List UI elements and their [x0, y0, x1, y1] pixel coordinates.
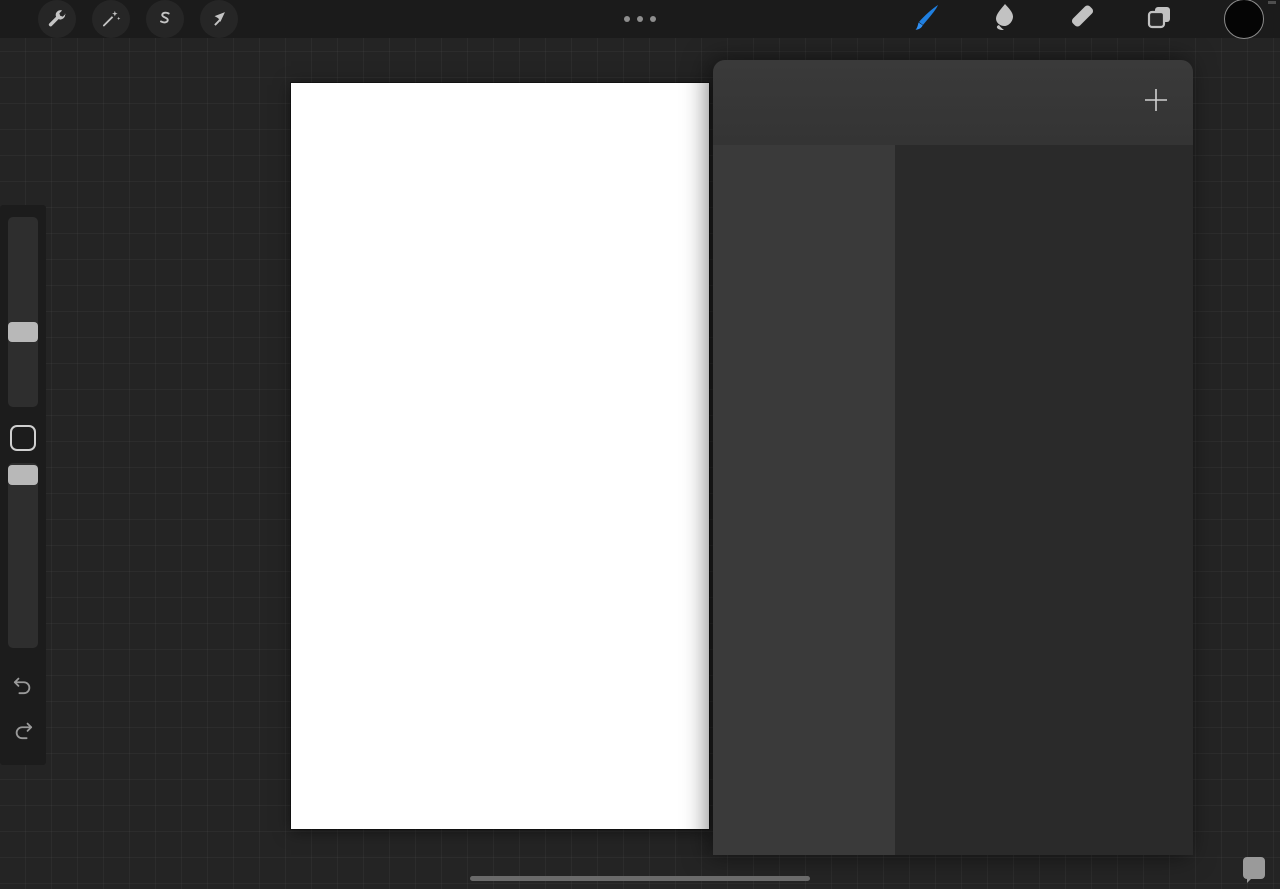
- transform-button[interactable]: [200, 0, 238, 38]
- layers-button[interactable]: [1140, 0, 1180, 38]
- wrench-icon: [46, 8, 68, 30]
- paint-brush-button[interactable]: [906, 0, 946, 38]
- drawing-canvas[interactable]: [291, 83, 709, 829]
- eraser-icon: [1066, 2, 1098, 37]
- brush-library-body: [713, 145, 1193, 855]
- watermark-recommend: [1243, 857, 1272, 883]
- left-control-rail: [0, 205, 46, 765]
- dot-icon: [624, 16, 630, 22]
- color-swatch-button[interactable]: [1224, 0, 1264, 39]
- toolbar-right-group: [906, 0, 1264, 39]
- selection-button[interactable]: [146, 0, 184, 38]
- brush-size-handle[interactable]: [8, 322, 38, 342]
- modify-square-button[interactable]: [10, 425, 36, 451]
- brush-card-list[interactable]: [895, 145, 1193, 855]
- actions-wrench-button[interactable]: [38, 0, 76, 38]
- smudge-button[interactable]: [984, 0, 1024, 38]
- brush-library-panel: [713, 60, 1193, 855]
- brush-size-slider[interactable]: [8, 217, 38, 407]
- procreate-canvas-screen: [0, 0, 1280, 889]
- dot-icon: [650, 16, 656, 22]
- redo-button[interactable]: [12, 720, 34, 745]
- more-options-button[interactable]: [624, 16, 656, 22]
- brush-opacity-slider[interactable]: [8, 463, 38, 648]
- layers-icon: [1145, 3, 1175, 36]
- s-curve-icon: [154, 8, 176, 30]
- adjustments-button[interactable]: [92, 0, 130, 38]
- eraser-button[interactable]: [1062, 0, 1102, 38]
- dot-icon: [637, 16, 643, 22]
- undo-redo-group: [12, 675, 34, 765]
- magic-wand-icon: [100, 8, 122, 30]
- paint-brush-icon: [909, 2, 943, 37]
- home-indicator[interactable]: [470, 876, 810, 881]
- toolbar-left-group: [0, 0, 238, 38]
- watermark-azaliar: [1268, 1, 1276, 4]
- brush-library-header: [713, 60, 1193, 145]
- brush-set-list[interactable]: [713, 145, 895, 855]
- add-brush-button[interactable]: [1139, 86, 1173, 120]
- undo-button[interactable]: [12, 675, 34, 700]
- plus-icon: [1141, 85, 1171, 120]
- arrow-icon: [208, 8, 230, 30]
- brush-opacity-handle[interactable]: [8, 465, 38, 485]
- recommend-logo-icon: [1243, 857, 1265, 883]
- smudge-icon: [991, 2, 1017, 37]
- top-toolbar: [0, 0, 1280, 39]
